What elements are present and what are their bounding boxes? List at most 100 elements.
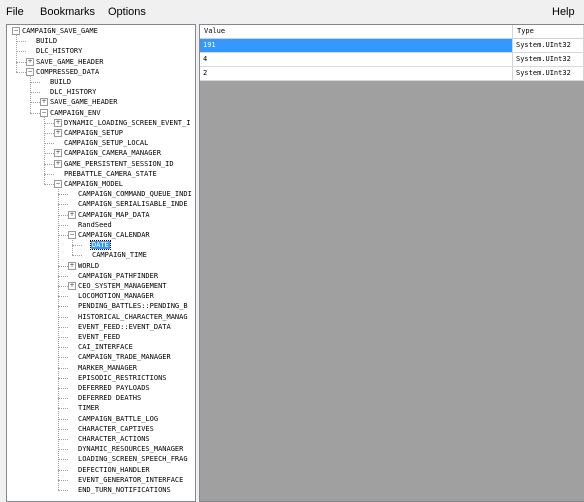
tree-node-label[interactable]: CHARACTER_ACTIONS	[77, 435, 151, 443]
tree-node[interactable]: PREBATTLE_CAMERA_STATE	[63, 169, 158, 179]
value-grid[interactable]: Value Type 191 System.UInt32 4 System.UI…	[199, 24, 584, 502]
tree-node[interactable]: CHARACTER_CAPTIVES	[77, 424, 155, 434]
tree-node-label[interactable]: GAME_PERSISTENT_SESSION_ID	[63, 160, 175, 168]
expand-icon[interactable]: +	[54, 129, 62, 137]
tree-node-label[interactable]: BUILD	[35, 37, 58, 45]
tree-node-label[interactable]: CAMPAIGN_SERIALISABLE_INDE	[77, 200, 189, 208]
tree-node-label[interactable]: CAMPAIGN_BATTLE_LOG	[77, 415, 159, 423]
menu-bookmarks[interactable]: Bookmarks	[40, 6, 95, 18]
tree-node-label[interactable]: PENDING_BATTLES::PENDING_B	[77, 302, 189, 310]
tree-node-label[interactable]: HISTORICAL_CHARACTER_MANAG	[77, 313, 189, 321]
tree-node[interactable]: CHARACTER_ACTIONS	[77, 434, 151, 444]
tree-node-label[interactable]: MARKER_MANAGER	[77, 364, 138, 372]
tree-node-label[interactable]: CAI_INTERFACE	[77, 343, 134, 351]
table-row[interactable]: 4 System.UInt32	[200, 53, 584, 67]
tree-node-label[interactable]: LOADING_SCREEN_SPEECH_FRAG	[77, 455, 189, 463]
tree-node-label[interactable]: CAMPAIGN_PATHFINDER	[77, 272, 159, 280]
tree-node[interactable]: DEFECTION_HANDLER	[77, 465, 151, 475]
tree-node[interactable]: MARKER_MANAGER	[77, 363, 138, 373]
value-cell[interactable]: 2	[200, 67, 513, 80]
tree-node-label[interactable]: CAMPAIGN_CALENDAR	[77, 231, 151, 239]
menu-help[interactable]: Help	[552, 6, 575, 18]
table-row[interactable]: 2 System.UInt32	[200, 67, 584, 81]
tree-node[interactable]: WORLD	[77, 261, 100, 271]
tree-node[interactable]: CAMPAIGN_MAP_DATA	[77, 210, 151, 220]
tree-node-label[interactable]: EVENT_FEED::EVENT_DATA	[77, 323, 172, 331]
tree-node[interactable]: DATE	[90, 240, 111, 251]
expand-icon[interactable]: +	[54, 118, 62, 127]
tree-node[interactable]: DLC_HISTORY	[49, 87, 97, 97]
tree-node-label[interactable]: CAMPAIGN_MODEL	[63, 180, 124, 188]
tree-node-label[interactable]: CAMPAIGN_ENV	[49, 109, 102, 117]
tree-node[interactable]: LOCOMOTION_MANAGER	[77, 291, 155, 301]
tree-node-label[interactable]: SAVE_GAME_HEADER	[35, 58, 104, 66]
expand-icon[interactable]: +	[40, 98, 48, 107]
tree-node[interactable]: CAMPAIGN_BATTLE_LOG	[77, 414, 159, 424]
tree-node-label[interactable]: CAMPAIGN_TRADE_MANAGER	[77, 353, 172, 361]
tree-node-label[interactable]: CEO_SYSTEM_MANAGEMENT	[77, 282, 168, 290]
tree-node-label[interactable]: DEFERRED PAYLOADS	[77, 384, 151, 392]
tree-node-label[interactable]: PREBATTLE_CAMERA_STATE	[63, 170, 158, 178]
tree-node-label[interactable]: BUILD	[49, 78, 72, 86]
tree-node[interactable]: RandSeed	[77, 220, 113, 230]
tree-node-label[interactable]: SAVE_GAME_HEADER	[49, 98, 118, 106]
tree-node[interactable]: CAMPAIGN_SAVE_GAME	[21, 26, 99, 36]
tree-node[interactable]: EVENT_GENERATOR_INTERFACE	[77, 475, 184, 485]
tree-node[interactable]: TIMER	[77, 403, 100, 413]
expand-icon[interactable]: +	[54, 149, 62, 158]
tree-node-label[interactable]: DLC_HISTORY	[35, 47, 83, 55]
tree-node-label[interactable]: CAMPAIGN_SETUP	[63, 129, 124, 137]
tree-node[interactable]: CAMPAIGN_ENV	[49, 108, 102, 118]
tree-node[interactable]: EVENT_FEED::EVENT_DATA	[77, 322, 172, 332]
tree-node[interactable]: LOADING_SCREEN_SPEECH_FRAG	[77, 454, 189, 464]
tree-node[interactable]: SAVE_GAME_HEADER	[35, 57, 104, 67]
tree-node[interactable]: CEO_SYSTEM_MANAGEMENT	[77, 281, 168, 291]
tree-node[interactable]: CAMPAIGN_CAMERA_MANAGER	[63, 148, 162, 158]
tree-node-label[interactable]: DEFERRED DEATHS	[77, 394, 142, 402]
tree-node[interactable]: CAI_INTERFACE	[77, 342, 134, 352]
tree-node[interactable]: DYNAMIC_RESOURCES_MANAGER	[77, 444, 184, 454]
tree-node-label[interactable]: EVENT_FEED	[77, 333, 121, 341]
tree-node-label[interactable]: RandSeed	[77, 221, 113, 229]
tree-node-label[interactable]: DEFECTION_HANDLER	[77, 466, 151, 474]
tree-node-label[interactable]: DLC_HISTORY	[49, 88, 97, 96]
tree-node-label[interactable]: EVENT_GENERATOR_INTERFACE	[77, 476, 184, 484]
collapse-icon[interactable]: −	[40, 108, 48, 117]
column-header-type[interactable]: Type	[513, 25, 584, 38]
tree-node-label[interactable]: CAMPAIGN_COMMAND_QUEUE_INDI	[77, 190, 193, 198]
tree-node[interactable]: END_TURN_NOTIFICATIONS	[77, 485, 172, 495]
tree-node-label[interactable]: DYNAMIC_RESOURCES_MANAGER	[77, 445, 184, 453]
collapse-icon[interactable]: −	[54, 180, 62, 188]
tree-node[interactable]: HISTORICAL_CHARACTER_MANAG	[77, 312, 189, 322]
value-cell[interactable]: 4	[200, 53, 513, 66]
tree-node-label[interactable]: CAMPAIGN_MAP_DATA	[77, 211, 151, 219]
tree-node-label[interactable]: TIMER	[77, 404, 100, 412]
tree-view[interactable]: CAMPAIGN_SAVE_GAME − BUILD DLC_HISTORY SAVE_…	[6, 24, 196, 502]
collapse-icon[interactable]: −	[68, 231, 76, 239]
tree-node[interactable]: PENDING_BATTLES::PENDING_B	[77, 301, 189, 311]
tree-node-label[interactable]: CHARACTER_CAPTIVES	[77, 425, 155, 433]
expand-icon[interactable]: +	[26, 57, 34, 66]
expand-icon[interactable]: +	[68, 210, 76, 219]
tree-node[interactable]: CAMPAIGN_CALENDAR	[77, 230, 151, 240]
tree-node[interactable]: CAMPAIGN_TIME	[91, 250, 148, 260]
tree-node[interactable]: CAMPAIGN_PATHFINDER	[77, 271, 159, 281]
tree-node[interactable]: CAMPAIGN_SETUP	[63, 128, 124, 138]
tree-node[interactable]: BUILD	[35, 36, 58, 46]
tree-node-label[interactable]: DATE	[90, 240, 111, 251]
tree-node[interactable]: EVENT_FEED	[77, 332, 121, 342]
collapse-icon[interactable]: −	[26, 67, 34, 76]
tree-node[interactable]: EPISODIC_RESTRICTIONS	[77, 373, 168, 383]
tree-node[interactable]: DYNAMIC_LOADING_SCREEN_EVENT_I	[63, 118, 191, 128]
tree-node-label[interactable]: COMPRESSED_DATA	[35, 68, 100, 76]
tree-node[interactable]: BUILD	[49, 77, 72, 87]
tree-node-label[interactable]: CAMPAIGN_CAMERA_MANAGER	[63, 149, 162, 157]
value-cell[interactable]: 191	[200, 39, 513, 52]
tree-node[interactable]: CAMPAIGN_TRADE_MANAGER	[77, 352, 172, 362]
column-header-value[interactable]: Value	[200, 25, 513, 38]
menu-file[interactable]: File	[6, 6, 24, 18]
tree-node[interactable]: DLC_HISTORY	[35, 46, 83, 56]
table-row[interactable]: 191 System.UInt32	[200, 39, 584, 53]
collapse-icon[interactable]: −	[12, 27, 20, 35]
tree-node-label[interactable]: DYNAMIC_LOADING_SCREEN_EVENT_I	[63, 119, 191, 127]
